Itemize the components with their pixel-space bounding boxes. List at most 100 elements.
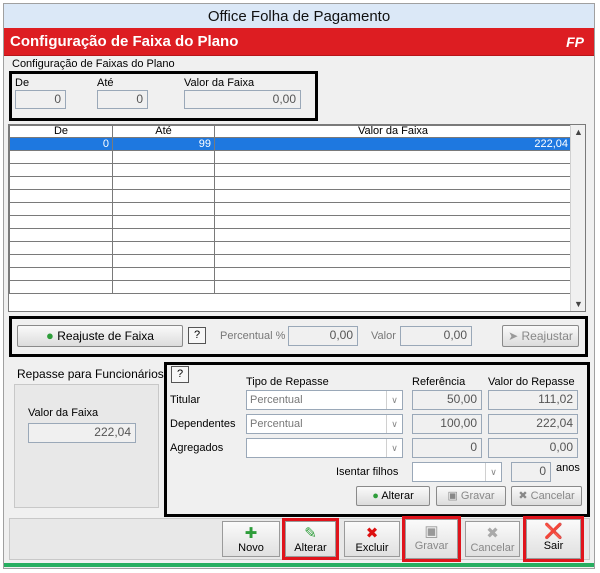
section-label: Configuração de Faixas do Plano xyxy=(12,58,175,70)
cell-ate[interactable] xyxy=(112,254,215,268)
cell-ate[interactable]: 99 xyxy=(112,137,215,151)
cell-de[interactable] xyxy=(9,241,113,255)
cell-valor[interactable] xyxy=(214,150,572,164)
cell-ate[interactable] xyxy=(112,280,215,294)
cell-valor[interactable] xyxy=(214,215,572,229)
close-icon: ❌ xyxy=(544,523,563,540)
cell-de[interactable] xyxy=(9,228,113,242)
excluir-button[interactable]: ✖ Excluir xyxy=(344,521,400,557)
cell-de[interactable] xyxy=(9,189,113,203)
dependentes-referencia-input[interactable]: 100,00 xyxy=(412,414,482,434)
cell-de[interactable] xyxy=(9,215,113,229)
cell-de[interactable] xyxy=(9,280,113,294)
cell-ate[interactable] xyxy=(112,163,215,177)
chevron-down-icon[interactable]: ∨ xyxy=(386,439,402,457)
cell-de[interactable] xyxy=(9,163,113,177)
table-row[interactable] xyxy=(9,189,572,203)
titular-tipo-select[interactable]: Percentual ∨ xyxy=(246,390,403,410)
reajuste-faixa-label: Reajuste de Faixa xyxy=(57,329,154,343)
scroll-down-icon[interactable]: ▼ xyxy=(574,299,583,309)
reajuste-faixa-button[interactable]: ● Reajuste de Faixa xyxy=(17,325,183,347)
ate-input[interactable]: 0 xyxy=(97,90,148,109)
sair-button[interactable]: ❌ Sair xyxy=(526,519,581,559)
dependentes-tipo-value: Percentual xyxy=(250,418,303,430)
percentual-label: Percentual % xyxy=(220,330,286,342)
table-row[interactable] xyxy=(9,150,572,164)
cell-valor[interactable] xyxy=(214,163,572,177)
valor-faixa-label: Valor da Faixa xyxy=(184,77,255,89)
anos-input[interactable]: 0 xyxy=(511,462,551,482)
table-row[interactable] xyxy=(9,202,572,216)
repasse-cancelar-button[interactable]: ✖ Cancelar xyxy=(511,486,582,506)
titular-valor-input[interactable]: 111,02 xyxy=(488,390,578,410)
chevron-down-icon[interactable]: ∨ xyxy=(485,463,501,481)
cell-valor[interactable] xyxy=(214,267,572,281)
cell-valor[interactable] xyxy=(214,202,572,216)
column-header-de[interactable]: De xyxy=(9,125,113,138)
repasse-title: Repasse para Funcionários xyxy=(17,367,164,381)
chevron-down-icon[interactable]: ∨ xyxy=(386,391,402,409)
percentual-input[interactable]: 0,00 xyxy=(288,326,358,346)
isentar-filhos-select[interactable]: ∨ xyxy=(412,462,502,482)
chevron-down-icon[interactable]: ∨ xyxy=(386,415,402,433)
valor-reajuste-input[interactable]: 0,00 xyxy=(400,326,472,346)
cell-valor[interactable]: 222,04 xyxy=(214,137,572,151)
grid-scrollbar[interactable]: ▲ ▼ xyxy=(570,125,585,311)
cell-ate[interactable] xyxy=(112,202,215,216)
repasse-help-button[interactable]: ? xyxy=(171,366,189,383)
dependentes-valor-input[interactable]: 222,04 xyxy=(488,414,578,434)
help-button[interactable]: ? xyxy=(188,327,206,344)
reajustar-button[interactable]: ➤ Reajustar xyxy=(502,325,579,347)
cell-de[interactable] xyxy=(9,176,113,190)
repasse-valor-label: Valor da Faixa xyxy=(28,407,99,419)
alterar-button[interactable]: ✎ Alterar xyxy=(285,521,336,557)
scroll-up-icon[interactable]: ▲ xyxy=(574,127,583,137)
cell-valor[interactable] xyxy=(214,241,572,255)
table-row[interactable] xyxy=(9,280,572,294)
cell-de[interactable] xyxy=(9,267,113,281)
cell-ate[interactable] xyxy=(112,176,215,190)
page-title: Configuração de Faixa do Plano xyxy=(10,33,239,50)
titular-referencia-input[interactable]: 50,00 xyxy=(412,390,482,410)
cell-valor[interactable] xyxy=(214,254,572,268)
cell-ate[interactable] xyxy=(112,241,215,255)
de-input[interactable]: 0 xyxy=(15,90,66,109)
table-row[interactable] xyxy=(9,241,572,255)
table-row[interactable] xyxy=(9,176,572,190)
cell-de[interactable] xyxy=(9,254,113,268)
cell-de[interactable] xyxy=(9,150,113,164)
header-bar: Configuração de Faixa do Plano FP xyxy=(4,28,594,56)
cell-valor[interactable] xyxy=(214,280,572,294)
cell-ate[interactable] xyxy=(112,150,215,164)
agregados-referencia-input[interactable]: 0 xyxy=(412,438,482,458)
valor-faixa-input[interactable]: 0,00 xyxy=(184,90,301,109)
cell-valor[interactable] xyxy=(214,189,572,203)
cell-ate[interactable] xyxy=(112,189,215,203)
cell-ate[interactable] xyxy=(112,267,215,281)
novo-button[interactable]: ✚ Novo xyxy=(222,521,280,557)
repasse-alterar-label: Alterar xyxy=(381,490,414,502)
cell-ate[interactable] xyxy=(112,215,215,229)
table-row[interactable] xyxy=(9,215,572,229)
repasse-alterar-button[interactable]: ● Alterar xyxy=(356,486,430,506)
cancelar-button[interactable]: ✖ Cancelar xyxy=(465,521,520,557)
repasse-gravar-button[interactable]: ▣ Gravar xyxy=(436,486,506,506)
dependentes-tipo-select[interactable]: Percentual ∨ xyxy=(246,414,403,434)
cell-valor[interactable] xyxy=(214,176,572,190)
table-row[interactable] xyxy=(9,254,572,268)
cell-de[interactable]: 0 xyxy=(9,137,113,151)
column-header-valor[interactable]: Valor da Faixa xyxy=(214,125,572,138)
column-header-ate[interactable]: Até xyxy=(112,125,215,138)
table-row[interactable] xyxy=(9,163,572,177)
agregados-valor-input[interactable]: 0,00 xyxy=(488,438,578,458)
cell-de[interactable] xyxy=(9,202,113,216)
cell-valor[interactable] xyxy=(214,228,572,242)
repasse-valor-input[interactable]: 222,04 xyxy=(28,423,136,443)
faixas-grid[interactable]: De Até Valor da Faixa 0 99 222,04 ▲ ▼ xyxy=(8,124,586,312)
table-row[interactable] xyxy=(9,267,572,281)
cell-ate[interactable] xyxy=(112,228,215,242)
gravar-button[interactable]: ▣ Gravar xyxy=(405,519,458,559)
table-row[interactable]: 0 99 222,04 xyxy=(9,137,572,151)
table-row[interactable] xyxy=(9,228,572,242)
agregados-tipo-select[interactable]: ∨ xyxy=(246,438,403,458)
